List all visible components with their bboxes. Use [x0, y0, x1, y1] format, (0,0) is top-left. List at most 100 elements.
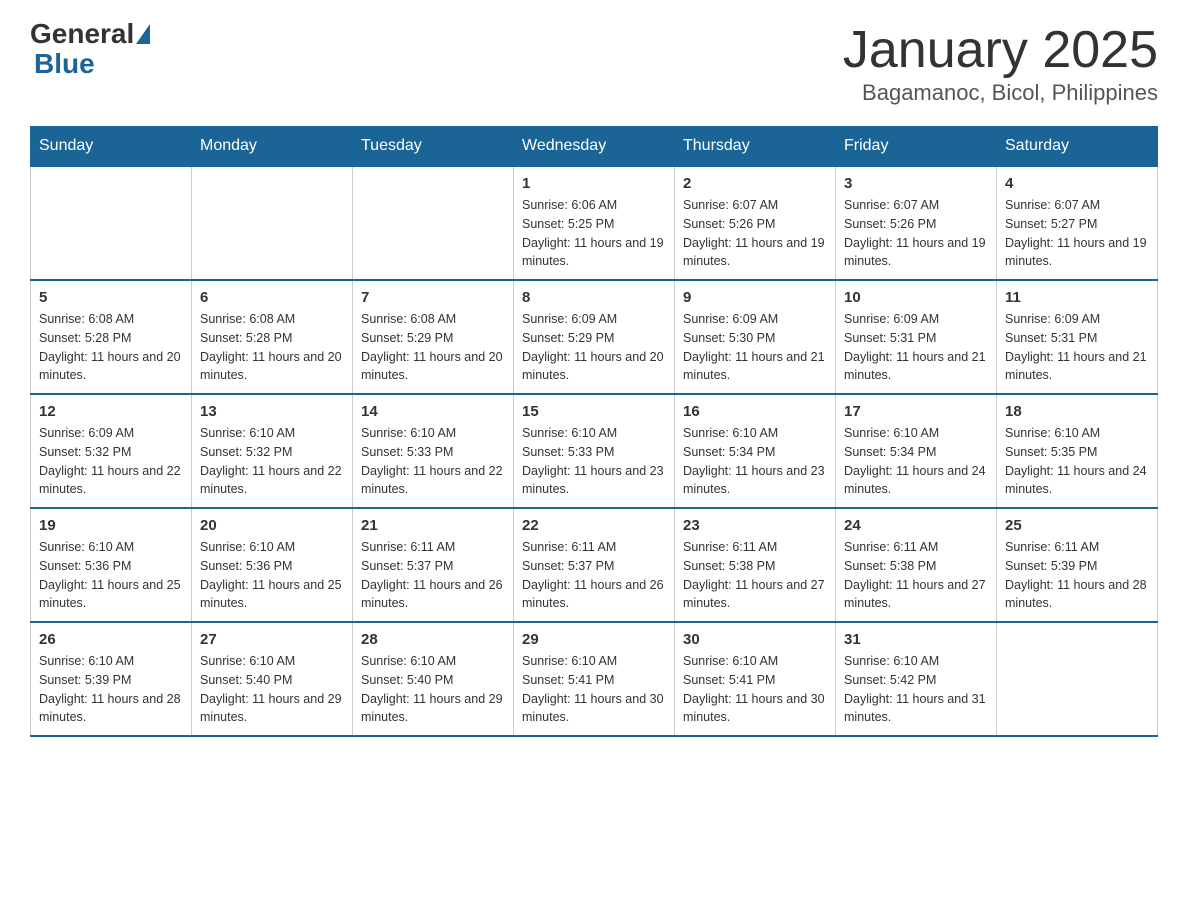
- calendar-cell: 22Sunrise: 6:11 AMSunset: 5:37 PMDayligh…: [514, 508, 675, 622]
- day-info: Sunrise: 6:07 AMSunset: 5:26 PMDaylight:…: [844, 196, 988, 271]
- day-info: Sunrise: 6:10 AMSunset: 5:33 PMDaylight:…: [361, 424, 505, 499]
- day-info: Sunrise: 6:10 AMSunset: 5:36 PMDaylight:…: [39, 538, 183, 613]
- calendar-cell: 2Sunrise: 6:07 AMSunset: 5:26 PMDaylight…: [675, 166, 836, 280]
- day-number: 30: [683, 631, 827, 648]
- calendar-cell: 13Sunrise: 6:10 AMSunset: 5:32 PMDayligh…: [192, 394, 353, 508]
- day-info: Sunrise: 6:11 AMSunset: 5:38 PMDaylight:…: [844, 538, 988, 613]
- calendar-cell: [192, 166, 353, 280]
- day-info: Sunrise: 6:07 AMSunset: 5:26 PMDaylight:…: [683, 196, 827, 271]
- day-number: 16: [683, 403, 827, 420]
- calendar-cell: 8 Sunrise: 6:09 AMSunset: 5:29 PMDaylight…: [514, 280, 675, 394]
- calendar-cell: 10 Sunrise: 6:09 AMSunset: 5:31 PMDayligh…: [836, 280, 997, 394]
- logo-general-text: General: [30, 20, 134, 48]
- calendar-cell: [353, 166, 514, 280]
- day-number: 26: [39, 631, 183, 648]
- calendar-cell: 19Sunrise: 6:10 AMSunset: 5:36 PMDayligh…: [31, 508, 192, 622]
- title-block: January 2025 Bagamanoc, Bicol, Philippin…: [843, 20, 1158, 106]
- col-tuesday: Tuesday: [353, 127, 514, 167]
- calendar-cell: 15 Sunrise: 6:10 AMSunset: 5:33 PMDayligh…: [514, 394, 675, 508]
- day-number: 23: [683, 517, 827, 534]
- calendar-cell: 12 Sunrise: 6:09 AMSunset: 5:32 PMDayligh…: [31, 394, 192, 508]
- calendar-cell: 23Sunrise: 6:11 AMSunset: 5:38 PMDayligh…: [675, 508, 836, 622]
- logo-triangle-icon: [136, 24, 150, 44]
- day-info: Sunrise: 6:09 AMSunset: 5:29 PMDaylight:…: [522, 310, 666, 385]
- calendar-cell: 29Sunrise: 6:10 AMSunset: 5:41 PMDayligh…: [514, 622, 675, 736]
- calendar-cell: 4 Sunrise: 6:07 AMSunset: 5:27 PMDaylight…: [997, 166, 1158, 280]
- day-info: Sunrise: 6:06 AMSunset: 5:25 PMDaylight:…: [522, 196, 666, 271]
- day-info: Sunrise: 6:09 AMSunset: 5:32 PMDaylight:…: [39, 424, 183, 499]
- day-info: Sunrise: 6:10 AMSunset: 5:40 PMDaylight:…: [200, 652, 344, 727]
- calendar-cell: 14 Sunrise: 6:10 AMSunset: 5:33 PMDayligh…: [353, 394, 514, 508]
- day-info: Sunrise: 6:11 AMSunset: 5:37 PMDaylight:…: [522, 538, 666, 613]
- calendar-header-row: Sunday Monday Tuesday Wednesday Thursday…: [31, 127, 1158, 167]
- calendar-cell: 7 Sunrise: 6:08 AMSunset: 5:29 PMDaylight…: [353, 280, 514, 394]
- calendar-cell: [31, 166, 192, 280]
- calendar-cell: 24 Sunrise: 6:11 AMSunset: 5:38 PMDayligh…: [836, 508, 997, 622]
- calendar-cell: 5 Sunrise: 6:08 AMSunset: 5:28 PMDaylight…: [31, 280, 192, 394]
- day-number: 10: [844, 289, 988, 306]
- day-number: 18: [1005, 403, 1149, 420]
- day-info: Sunrise: 6:11 AMSunset: 5:39 PMDaylight:…: [1005, 538, 1149, 613]
- day-number: 7: [361, 289, 505, 306]
- calendar-week-3: 12 Sunrise: 6:09 AMSunset: 5:32 PMDayligh…: [31, 394, 1158, 508]
- calendar-week-2: 5 Sunrise: 6:08 AMSunset: 5:28 PMDaylight…: [31, 280, 1158, 394]
- day-info: Sunrise: 6:10 AMSunset: 5:34 PMDaylight:…: [683, 424, 827, 499]
- calendar-cell: 17Sunrise: 6:10 AMSunset: 5:34 PMDayligh…: [836, 394, 997, 508]
- day-number: 27: [200, 631, 344, 648]
- calendar-cell: 3Sunrise: 6:07 AMSunset: 5:26 PMDaylight…: [836, 166, 997, 280]
- day-number: 21: [361, 517, 505, 534]
- day-info: Sunrise: 6:07 AMSunset: 5:27 PMDaylight:…: [1005, 196, 1149, 271]
- day-number: 15: [522, 403, 666, 420]
- calendar-cell: 28Sunrise: 6:10 AMSunset: 5:40 PMDayligh…: [353, 622, 514, 736]
- calendar-cell: 30 Sunrise: 6:10 AMSunset: 5:41 PMDayligh…: [675, 622, 836, 736]
- day-info: Sunrise: 6:10 AMSunset: 5:41 PMDaylight:…: [522, 652, 666, 727]
- logo-blue-text: Blue: [34, 48, 150, 80]
- calendar-cell: 27 Sunrise: 6:10 AMSunset: 5:40 PMDayligh…: [192, 622, 353, 736]
- day-number: 25: [1005, 517, 1149, 534]
- day-number: 14: [361, 403, 505, 420]
- day-info: Sunrise: 6:10 AMSunset: 5:42 PMDaylight:…: [844, 652, 988, 727]
- calendar-cell: 26Sunrise: 6:10 AMSunset: 5:39 PMDayligh…: [31, 622, 192, 736]
- calendar-week-4: 19Sunrise: 6:10 AMSunset: 5:36 PMDayligh…: [31, 508, 1158, 622]
- day-number: 11: [1005, 289, 1149, 306]
- calendar-cell: 31 Sunrise: 6:10 AMSunset: 5:42 PMDayligh…: [836, 622, 997, 736]
- day-info: Sunrise: 6:09 AMSunset: 5:30 PMDaylight:…: [683, 310, 827, 385]
- day-info: Sunrise: 6:10 AMSunset: 5:41 PMDaylight:…: [683, 652, 827, 727]
- day-number: 20: [200, 517, 344, 534]
- day-number: 12: [39, 403, 183, 420]
- logo: General Blue: [30, 20, 150, 80]
- day-info: Sunrise: 6:10 AMSunset: 5:32 PMDaylight:…: [200, 424, 344, 499]
- calendar-cell: 21Sunrise: 6:11 AMSunset: 5:37 PMDayligh…: [353, 508, 514, 622]
- day-number: 24: [844, 517, 988, 534]
- day-number: 9: [683, 289, 827, 306]
- calendar-cell: 9 Sunrise: 6:09 AMSunset: 5:30 PMDaylight…: [675, 280, 836, 394]
- calendar-cell: 25 Sunrise: 6:11 AMSunset: 5:39 PMDayligh…: [997, 508, 1158, 622]
- calendar-subtitle: Bagamanoc, Bicol, Philippines: [843, 80, 1158, 106]
- day-number: 8: [522, 289, 666, 306]
- day-number: 28: [361, 631, 505, 648]
- day-info: Sunrise: 6:08 AMSunset: 5:29 PMDaylight:…: [361, 310, 505, 385]
- day-info: Sunrise: 6:10 AMSunset: 5:33 PMDaylight:…: [522, 424, 666, 499]
- day-number: 5: [39, 289, 183, 306]
- day-number: 17: [844, 403, 988, 420]
- col-friday: Friday: [836, 127, 997, 167]
- day-number: 31: [844, 631, 988, 648]
- calendar-cell: [997, 622, 1158, 736]
- day-info: Sunrise: 6:10 AMSunset: 5:35 PMDaylight:…: [1005, 424, 1149, 499]
- day-info: Sunrise: 6:08 AMSunset: 5:28 PMDaylight:…: [39, 310, 183, 385]
- calendar-title: January 2025: [843, 20, 1158, 80]
- day-info: Sunrise: 6:09 AMSunset: 5:31 PMDaylight:…: [844, 310, 988, 385]
- day-info: Sunrise: 6:08 AMSunset: 5:28 PMDaylight:…: [200, 310, 344, 385]
- col-sunday: Sunday: [31, 127, 192, 167]
- calendar-cell: 16 Sunrise: 6:10 AMSunset: 5:34 PMDayligh…: [675, 394, 836, 508]
- logo-icon: General: [30, 20, 150, 48]
- calendar-cell: 18 Sunrise: 6:10 AMSunset: 5:35 PMDayligh…: [997, 394, 1158, 508]
- col-monday: Monday: [192, 127, 353, 167]
- col-wednesday: Wednesday: [514, 127, 675, 167]
- day-number: 4: [1005, 175, 1149, 192]
- calendar-cell: 11Sunrise: 6:09 AMSunset: 5:31 PMDayligh…: [997, 280, 1158, 394]
- calendar-week-5: 26Sunrise: 6:10 AMSunset: 5:39 PMDayligh…: [31, 622, 1158, 736]
- page-header: General Blue January 2025 Bagamanoc, Bic…: [30, 20, 1158, 106]
- day-info: Sunrise: 6:10 AMSunset: 5:36 PMDaylight:…: [200, 538, 344, 613]
- calendar-cell: 6Sunrise: 6:08 AMSunset: 5:28 PMDaylight…: [192, 280, 353, 394]
